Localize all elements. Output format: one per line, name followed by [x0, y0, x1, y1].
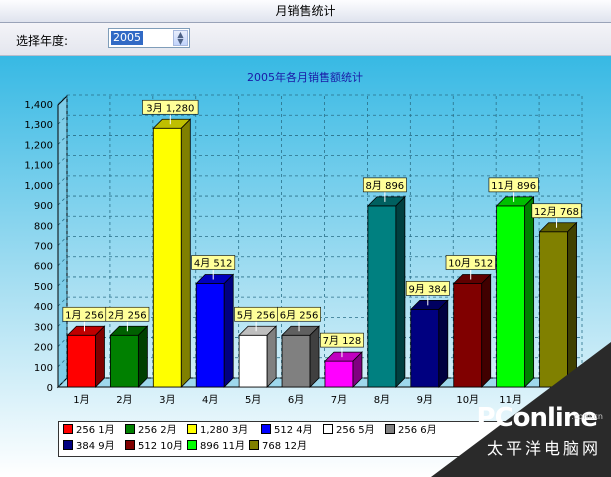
x-tick-label: 3月: [159, 394, 175, 406]
legend-swatch: [125, 440, 135, 450]
bar-side-1: [95, 325, 105, 388]
bar-5: [238, 334, 268, 388]
x-tick-label: 7月: [331, 394, 347, 406]
legend-item: 384 9月: [63, 440, 115, 454]
data-label: 3月 1,280: [146, 102, 194, 114]
data-label: 7月 128: [323, 335, 362, 347]
legend-swatch: [187, 424, 197, 434]
data-label: 6月 256: [280, 309, 319, 321]
data-label: 9月 384: [408, 283, 447, 295]
legend-label: 256 1月: [76, 425, 115, 436]
legend-label: 1,280 3月: [200, 425, 249, 436]
legend-item: 896 11月: [187, 440, 245, 454]
x-tick-label: 6月: [288, 394, 304, 406]
legend-swatch: [323, 424, 333, 434]
y-tick-label: 400: [34, 302, 53, 313]
data-label: 12月 768: [534, 206, 579, 218]
data-label: 4月 512: [194, 258, 233, 270]
watermark-domain: .com.cn: [571, 412, 603, 421]
legend-swatch: [261, 424, 271, 434]
y-tick-label: 1,400: [24, 100, 53, 111]
bar-4: [195, 283, 225, 388]
legend-swatch: [63, 424, 73, 434]
x-tick-label: 8月: [374, 394, 390, 406]
data-label: 5月 256: [237, 309, 276, 321]
legend-label: 896 11月: [200, 441, 245, 452]
data-label: 11月 896: [491, 180, 536, 192]
bar-2: [109, 334, 139, 388]
x-tick-label: 1月: [73, 394, 89, 406]
data-label: 10月 512: [448, 258, 493, 270]
legend-swatch: [63, 440, 73, 450]
year-label: 选择年度:: [16, 34, 69, 48]
y-tick-label: 700: [34, 242, 53, 253]
y-tick-label: 1,200: [24, 140, 53, 151]
x-tick-label: 2月: [116, 394, 132, 406]
bar-side-2: [137, 325, 148, 388]
legend-item: 256 5月: [323, 424, 375, 438]
legend-item: 256 1月: [63, 424, 115, 438]
legend-item: 512 4月: [261, 424, 313, 438]
pconline-watermark: PConline .com.cn 太平洋电脑网: [431, 342, 611, 477]
legend-item: 1,280 3月: [187, 424, 248, 438]
legend-label: 512 10月: [138, 441, 183, 452]
bar-side-5: [266, 325, 277, 388]
bar-6: [281, 334, 311, 388]
x-tick-label: 4月: [202, 394, 218, 406]
year-select[interactable]: 2005 ▲ ▼: [108, 28, 190, 48]
data-label: 8月 896: [366, 180, 405, 192]
data-label: 2月 256: [108, 309, 147, 321]
y-tick-label: 1,100: [24, 161, 53, 172]
y-tick-label: 900: [34, 201, 53, 212]
bar-side-8: [395, 195, 406, 388]
y-tick-label: 500: [34, 282, 53, 293]
bar-8: [367, 205, 397, 388]
legend-swatch: [249, 440, 259, 450]
data-label: 1月 256: [65, 309, 104, 321]
legend-swatch: [187, 440, 197, 450]
y-tick-label: 200: [34, 343, 53, 354]
y-tick-label: 100: [34, 363, 53, 374]
toolbar: 选择年度: 2005 ▲ ▼: [0, 23, 611, 56]
y-tick-label: 1,000: [24, 181, 53, 192]
y-tick-label: 1,300: [24, 120, 53, 131]
legend-label: 384 9月: [76, 441, 115, 452]
legend-swatch: [385, 424, 395, 434]
legend-label: 256 5月: [336, 425, 375, 436]
y-tick-label: 300: [34, 322, 53, 333]
bar-side-3: [180, 118, 191, 388]
x-tick-label: 5月: [245, 394, 261, 406]
legend-swatch: [125, 424, 135, 434]
legend-item: 256 2月: [125, 424, 177, 438]
legend-item: 256 6月: [385, 424, 437, 438]
legend-item: 512 10月: [125, 440, 183, 454]
bar-1: [67, 334, 96, 388]
bar-side-6: [309, 325, 320, 388]
watermark-cn: 太平洋电脑网: [486, 439, 601, 458]
y-tick-label: 600: [34, 262, 53, 273]
y-tick-label: 0: [47, 383, 53, 394]
bar-7: [324, 360, 354, 388]
chevron-updown-icon[interactable]: ▲ ▼: [173, 30, 188, 46]
legend-label: 256 2月: [138, 425, 177, 436]
bar-side-4: [223, 273, 234, 388]
legend-label: 768 12月: [262, 441, 307, 452]
legend-item: 768 12月: [249, 440, 307, 454]
year-select-value: 2005: [111, 31, 143, 45]
window-title: 月销售统计: [0, 0, 611, 23]
legend-label: 512 4月: [274, 425, 313, 436]
bar-3: [152, 127, 182, 388]
chart-title: 2005年各月销售额统计: [247, 70, 363, 84]
y-tick-label: 800: [34, 221, 53, 232]
